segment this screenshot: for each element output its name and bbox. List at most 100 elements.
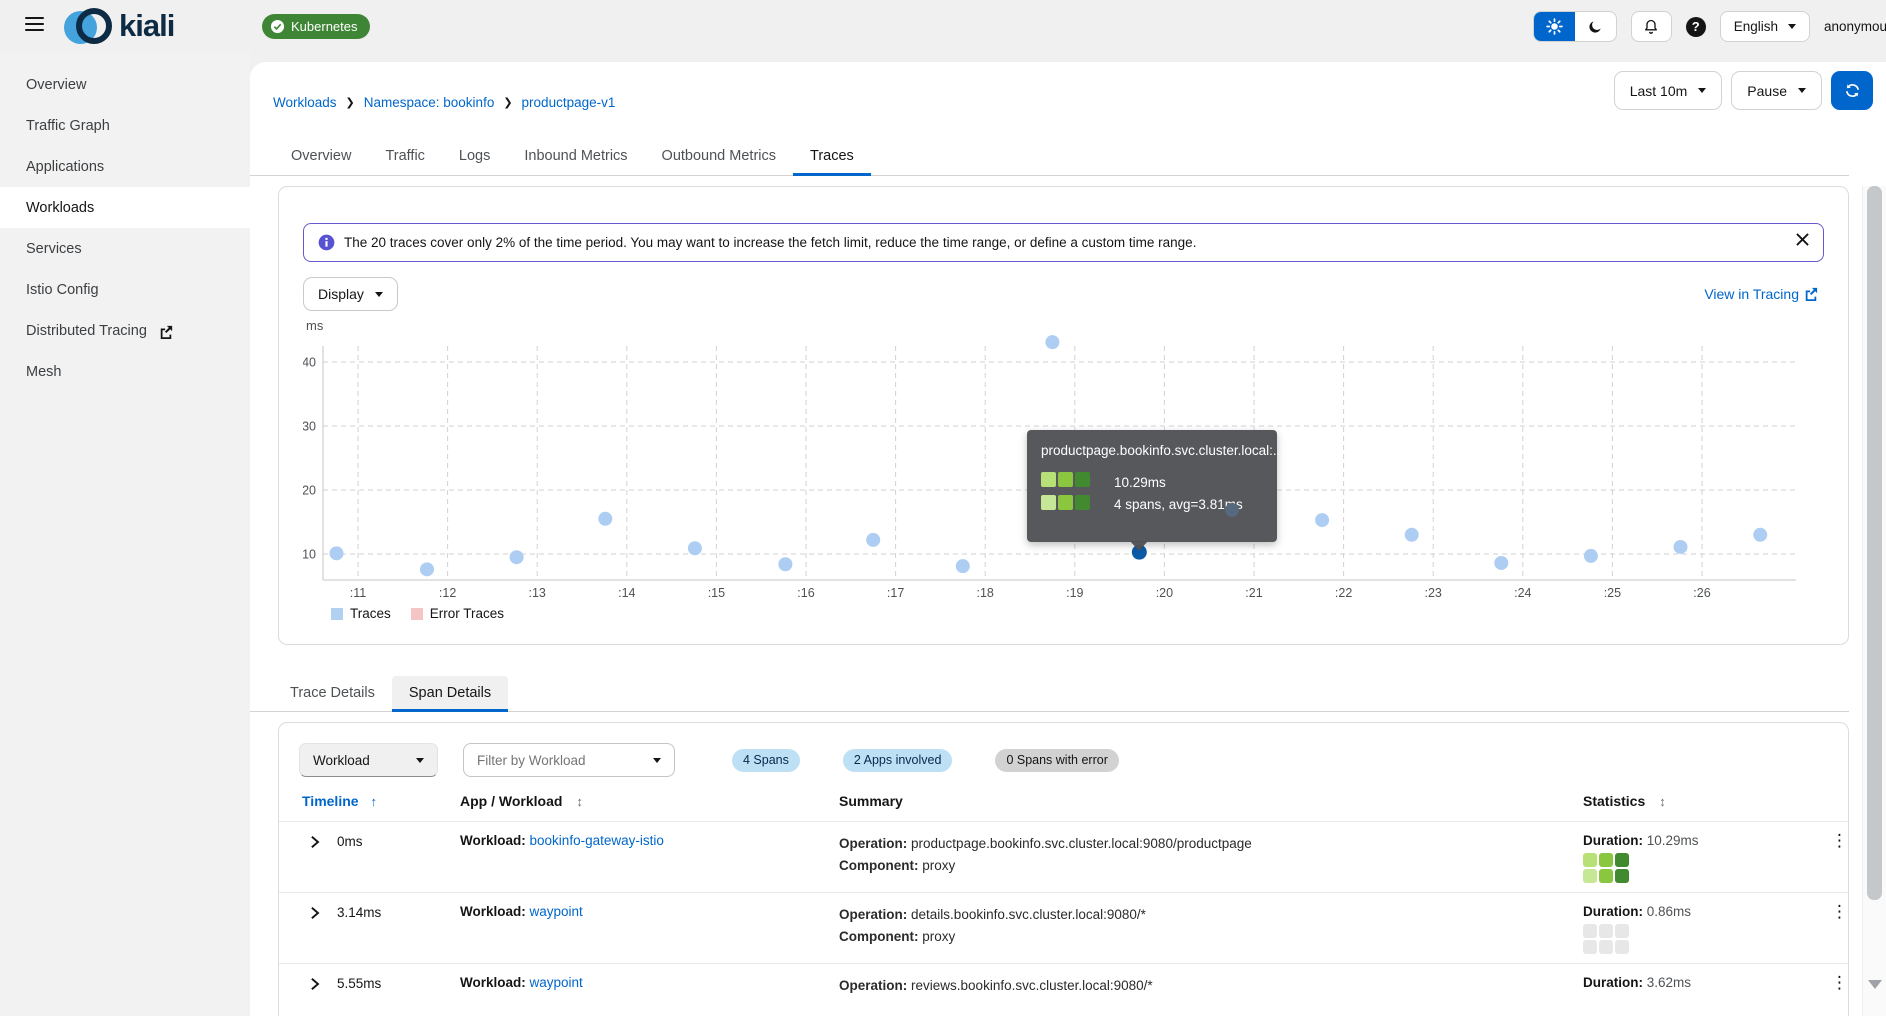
workload-link[interactable]: waypoint	[530, 904, 583, 919]
svg-text::15: :15	[708, 586, 725, 600]
info-circle-icon	[318, 234, 335, 251]
time-range-dropdown[interactable]: Last 10m	[1614, 71, 1723, 110]
workload-link[interactable]: bookinfo-gateway-istio	[530, 833, 664, 848]
sync-icon	[1844, 82, 1861, 99]
refresh-interval-dropdown[interactable]: Pause	[1731, 71, 1822, 110]
tooltip-title: productpage.bookinfo.svc.cluster.local:.…	[1041, 443, 1263, 458]
time-controls: Last 10m Pause	[1614, 71, 1873, 110]
duration-heat-squares	[1583, 853, 1629, 883]
workload-link[interactable]: waypoint	[530, 975, 583, 990]
sidebar-item-overview[interactable]: Overview	[0, 64, 250, 105]
sort-asc-icon[interactable]: ↑	[371, 794, 378, 809]
dark-theme-button[interactable]	[1575, 12, 1616, 41]
detail-tabs: Trace Details Span Details	[250, 676, 1849, 712]
sidebar-item-distributed-tracing[interactable]: Distributed Tracing	[0, 310, 250, 351]
table-header: Timeline↑ App / Workload↕ Summary Statis…	[279, 793, 1848, 821]
alert-text: The 20 traces cover only 2% of the time …	[344, 235, 1196, 250]
tab-inbound-metrics[interactable]: Inbound Metrics	[507, 139, 644, 175]
chevron-down-icon	[1698, 88, 1706, 93]
breadcrumb: Workloads ❯ Namespace: bookinfo ❯ produc…	[273, 95, 615, 110]
sidebar-item-services[interactable]: Services	[0, 228, 250, 269]
workload-tabs: Overview Traffic Logs Inbound Metrics Ou…	[250, 139, 1849, 176]
tab-logs[interactable]: Logs	[442, 139, 507, 175]
traces-scatter-chart: ms :11:12:13:14:15:16:17:18:19:20:21:22:…	[303, 318, 1824, 624]
close-icon	[1796, 233, 1809, 246]
hamburger-menu-icon[interactable]	[25, 17, 44, 32]
workload-filter[interactable]	[463, 743, 675, 777]
breadcrumb-workloads[interactable]: Workloads	[273, 95, 337, 110]
check-circle-icon	[270, 19, 285, 34]
table-row: 5.55ms Workload: waypoint Operation: rev…	[279, 963, 1848, 1006]
notifications-button[interactable]	[1631, 11, 1672, 42]
sidebar-item-mesh[interactable]: Mesh	[0, 351, 250, 392]
chevron-down-icon	[653, 758, 661, 763]
row-kebab-menu[interactable]: ⋮	[1831, 902, 1848, 921]
chevron-down-icon	[1788, 24, 1796, 29]
language-label: English	[1734, 19, 1778, 34]
col-timeline[interactable]: Timeline	[302, 793, 359, 809]
tab-traffic[interactable]: Traffic	[368, 139, 441, 175]
svg-text::22: :22	[1335, 586, 1352, 600]
tab-trace-details[interactable]: Trace Details	[273, 676, 392, 711]
svg-text::20: :20	[1156, 586, 1173, 600]
sidebar-item-traffic-graph[interactable]: Traffic Graph	[0, 105, 250, 146]
col-statistics[interactable]: Statistics	[1583, 793, 1645, 809]
duration-value: 0.86ms	[1647, 904, 1691, 919]
view-in-tracing-link[interactable]: View in Tracing	[1704, 286, 1818, 302]
expand-row-chevron[interactable]	[309, 977, 320, 991]
svg-text::12: :12	[439, 586, 456, 600]
svg-text::16: :16	[797, 586, 814, 600]
tab-span-details[interactable]: Span Details	[392, 676, 508, 711]
row-kebab-menu[interactable]: ⋮	[1831, 973, 1848, 992]
display-dropdown[interactable]: Display	[303, 277, 398, 311]
sidebar-item-istio-config[interactable]: Istio Config	[0, 269, 250, 310]
light-theme-button[interactable]	[1534, 12, 1575, 41]
duration-value: 10.29ms	[1647, 833, 1699, 848]
tooltip-duration: 10.29ms	[1114, 472, 1243, 494]
theme-toggle	[1533, 11, 1617, 42]
breadcrumb-separator: ❯	[346, 96, 355, 109]
svg-text::23: :23	[1425, 586, 1442, 600]
svg-text:20: 20	[303, 484, 316, 498]
svg-text:10: 10	[303, 548, 316, 562]
tooltip-caret	[1130, 541, 1148, 551]
help-icon[interactable]: ?	[1686, 17, 1706, 37]
sidebar: Overview Traffic Graph Applications Work…	[0, 52, 250, 1016]
svg-text:30: 30	[303, 420, 316, 434]
duration-value: 3.62ms	[1647, 975, 1691, 990]
sun-icon	[1546, 18, 1563, 35]
tab-traces[interactable]: Traces	[793, 139, 871, 175]
expand-row-chevron[interactable]	[309, 906, 320, 920]
sort-icon[interactable]: ↕	[576, 794, 583, 809]
refresh-button[interactable]	[1831, 71, 1873, 110]
language-dropdown[interactable]: English	[1720, 11, 1810, 42]
bell-icon	[1643, 18, 1659, 35]
breadcrumb-namespace[interactable]: Namespace: bookinfo	[364, 95, 495, 110]
tab-outbound-metrics[interactable]: Outbound Metrics	[645, 139, 793, 175]
svg-text::13: :13	[529, 586, 546, 600]
tab-overview[interactable]: Overview	[274, 139, 368, 175]
row-kebab-menu[interactable]: ⋮	[1831, 831, 1848, 850]
scrollbar-track[interactable]	[1862, 186, 1886, 1016]
legend-item-error-traces[interactable]: Error Traces	[411, 606, 504, 621]
moon-icon	[1587, 19, 1603, 35]
span-start-time: 0ms	[337, 834, 363, 849]
breadcrumb-workload-name[interactable]: productpage-v1	[522, 95, 616, 110]
main-content: Workloads ❯ Namespace: bookinfo ❯ produc…	[250, 62, 1886, 1016]
svg-text::18: :18	[977, 586, 994, 600]
sidebar-item-workloads[interactable]: Workloads	[0, 187, 250, 228]
sort-icon[interactable]: ↕	[1659, 794, 1666, 809]
filter-type-select[interactable]: Workload	[299, 743, 438, 777]
legend-swatch-traces	[331, 608, 343, 620]
col-app-workload[interactable]: App / Workload	[460, 793, 562, 809]
legend-item-traces[interactable]: Traces	[331, 606, 391, 621]
svg-text::24: :24	[1514, 586, 1531, 600]
expand-row-chevron[interactable]	[309, 835, 320, 849]
scrollbar-down-arrow[interactable]	[1868, 980, 1882, 989]
info-alert: The 20 traces cover only 2% of the time …	[303, 223, 1824, 262]
svg-text::14: :14	[618, 586, 635, 600]
scrollbar-thumb[interactable]	[1867, 186, 1882, 900]
alert-close-button[interactable]	[1796, 233, 1809, 246]
workload-filter-input[interactable]	[477, 753, 627, 768]
sidebar-item-applications[interactable]: Applications	[0, 146, 250, 187]
